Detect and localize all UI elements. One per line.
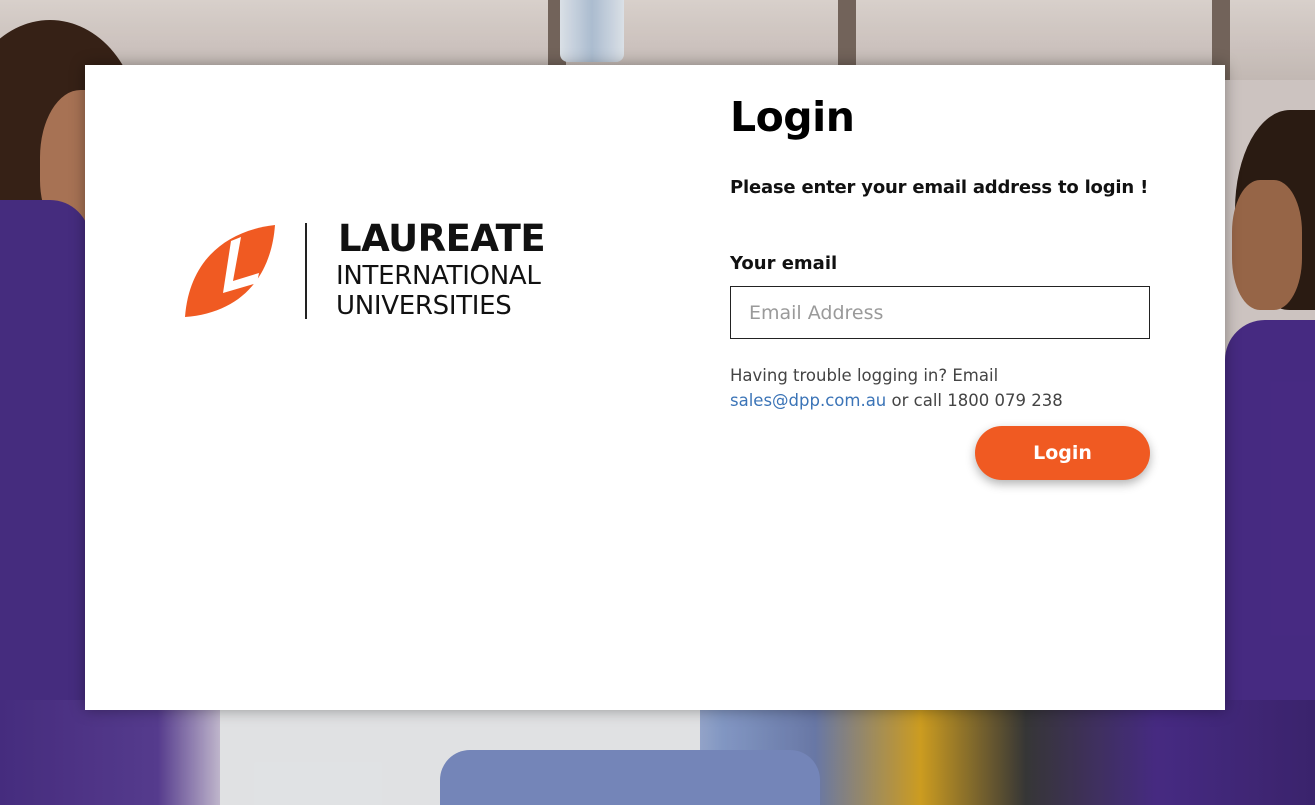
help-text: Having trouble logging in? Email sales@d…: [730, 363, 1150, 413]
brand-logo: LAUREATE INTERNATIONAL UNIVERSITIES: [183, 217, 555, 323]
help-text-suffix: or call 1800 079 238: [891, 391, 1063, 410]
email-label: Your email: [730, 253, 838, 274]
page-title: Login: [730, 93, 855, 141]
support-email-link[interactable]: sales@dpp.com.au: [730, 391, 886, 410]
login-card: LAUREATE INTERNATIONAL UNIVERSITIES Logi…: [85, 65, 1225, 710]
email-field[interactable]: [730, 286, 1150, 339]
logo-subline-2: UNIVERSITIES: [336, 291, 512, 321]
login-instructions: Please enter your email address to login…: [730, 177, 1149, 198]
logo-wordmark: LAUREATE: [338, 217, 546, 260]
logo-divider: [305, 223, 307, 319]
login-button[interactable]: Login: [975, 426, 1150, 480]
logo-subline-1: INTERNATIONAL: [336, 261, 541, 291]
help-text-prefix: Having trouble logging in? Email: [730, 366, 999, 385]
leaf-logo-icon: [185, 225, 275, 317]
